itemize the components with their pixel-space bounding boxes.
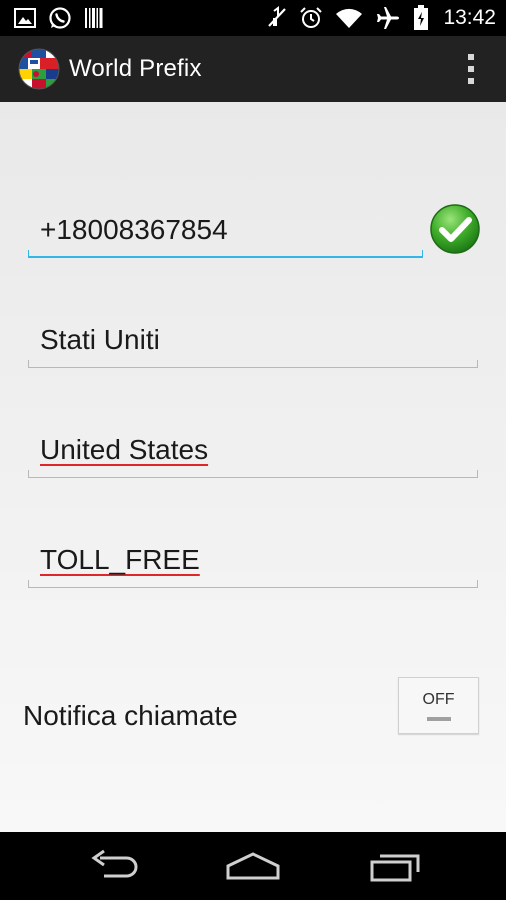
status-time: 13:42: [443, 6, 496, 29]
country-english-field[interactable]: United States: [28, 422, 478, 478]
overflow-dot: [468, 54, 474, 60]
main-content: +18008367854 Stati Uniti United States T…: [0, 102, 506, 832]
app-title: World Prefix: [69, 55, 202, 82]
globe-flags-app-icon[interactable]: [18, 48, 60, 90]
home-icon[interactable]: [224, 848, 282, 888]
phone-number-value: +18008367854: [40, 214, 228, 245]
airplane-icon: [375, 6, 401, 30]
back-icon[interactable]: [86, 848, 140, 888]
country-local-field[interactable]: Stati Uniti: [28, 312, 478, 368]
input-underline: [28, 470, 478, 478]
whatsapp-icon: [48, 6, 72, 30]
input-underline: [28, 250, 423, 258]
status-bar-notifications: [14, 6, 104, 30]
battery-icon: [413, 5, 429, 31]
status-bar: 13:42: [0, 0, 506, 36]
toggle-indicator: [426, 716, 451, 721]
notify-calls-toggle[interactable]: OFF: [398, 677, 479, 734]
input-underline: [28, 360, 478, 368]
number-type-field[interactable]: TOLL_FREE: [28, 532, 478, 588]
barcode-icon: [84, 7, 104, 29]
recents-icon[interactable]: [368, 848, 422, 888]
action-bar: World Prefix: [0, 36, 506, 102]
overflow-dot: [468, 66, 474, 72]
notify-calls-label: Notifica chiamate: [23, 700, 238, 731]
toggle-state-text: OFF: [422, 690, 455, 708]
input-underline: [28, 580, 478, 588]
number-type-value: TOLL_FREE: [40, 544, 200, 575]
overflow-dot: [468, 78, 474, 84]
overflow-menu-icon[interactable]: [466, 54, 476, 84]
alarm-icon: [299, 6, 323, 30]
phone-number-input[interactable]: +18008367854: [28, 202, 423, 258]
wifi-icon: [335, 7, 363, 29]
country-local-value: Stati Uniti: [40, 324, 160, 355]
status-bar-system: 13:42: [267, 5, 496, 31]
valid-check-icon[interactable]: [429, 203, 481, 255]
image-icon: [14, 8, 36, 28]
country-english-value: United States: [40, 434, 209, 465]
mute-icon: [267, 6, 287, 30]
navigation-bar: [0, 832, 506, 900]
